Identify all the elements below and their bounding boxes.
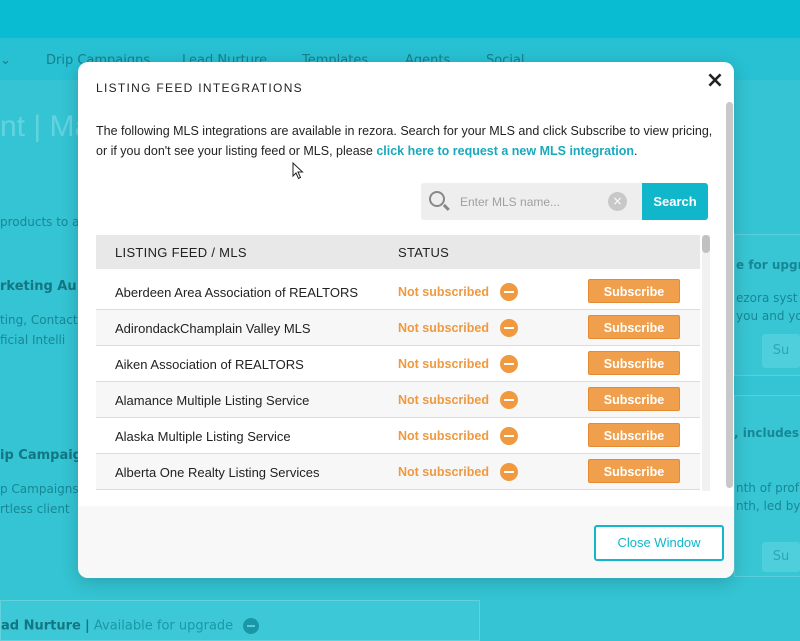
table-scrollbar[interactable] xyxy=(702,235,710,491)
clear-icon[interactable]: × xyxy=(608,192,627,211)
status-text: Not subscribed xyxy=(398,393,489,407)
header-status: STATUS xyxy=(398,245,450,260)
bg-lead-nurture-separator: | xyxy=(85,618,90,634)
modal-scrollbar[interactable] xyxy=(726,102,734,502)
bg-heading-marketing: rketing Au xyxy=(0,279,77,294)
bg-card-lead-nurture: ad Nurture | Available for upgrade xyxy=(0,600,480,641)
mls-name: Aberdeen Area Association of REALTORS xyxy=(115,285,359,300)
modal-intro-text: The following MLS integrations are avail… xyxy=(96,121,716,161)
close-window-button[interactable]: Close Window xyxy=(594,525,724,561)
mls-search-input[interactable] xyxy=(458,188,602,216)
bg-text-marketing-desc2: ficial Intelli xyxy=(0,333,66,347)
subscribe-button[interactable]: Subscribe xyxy=(588,279,680,303)
bg-text-right-5: nth of prof xyxy=(736,481,799,495)
bg-text-drip-desc2: rtless client xyxy=(0,502,70,516)
bg-text-right-6: nth, led by xyxy=(736,499,800,513)
search-icon xyxy=(429,191,445,207)
header-listing-feed: LISTING FEED / MLS xyxy=(115,245,247,260)
mouse-cursor-icon xyxy=(292,161,304,180)
status-text: Not subscribed xyxy=(398,321,489,335)
minus-circle-icon xyxy=(500,283,518,301)
bg-lead-nurture-availability: Available for upgrade xyxy=(93,618,234,634)
subscribe-button[interactable]: Subscribe xyxy=(588,387,680,411)
table-row: Alaska Multiple Listing Service Not subs… xyxy=(96,418,700,454)
bg-button-right-1[interactable]: Su xyxy=(762,334,800,368)
status-text: Not subscribed xyxy=(398,465,489,479)
table-header: LISTING FEED / MLS STATUS xyxy=(96,235,700,269)
bg-text-marketing-desc: ting, Contact xyxy=(0,313,78,327)
search-button[interactable]: Search xyxy=(642,183,708,220)
table-scrollbar-thumb[interactable] xyxy=(702,235,710,253)
mls-name: Alberta One Realty Listing Services xyxy=(115,465,320,480)
intro-end: . xyxy=(634,144,638,158)
bg-text-products: products to all xyxy=(0,215,87,229)
bg-heading-drip: ip Campaig xyxy=(0,448,82,463)
minus-circle-icon xyxy=(500,355,518,373)
mls-search: × Search xyxy=(421,183,708,220)
status-text: Not subscribed xyxy=(398,429,489,443)
search-box: × xyxy=(421,183,642,220)
mls-name: Alamance Multiple Listing Service xyxy=(115,393,310,408)
mls-name: Aiken Association of REALTORS xyxy=(115,357,304,372)
bg-text-drip-desc: p Campaigns xyxy=(0,482,79,496)
bg-button-right-2[interactable]: Su xyxy=(762,542,800,572)
mls-name: Alaska Multiple Listing Service xyxy=(115,429,291,444)
bg-lead-nurture-heading: ad Nurture xyxy=(1,618,81,634)
bg-text-right-1: e for upgr xyxy=(736,258,800,272)
mls-table: LISTING FEED / MLS STATUS Aberdeen Area … xyxy=(96,235,700,491)
minus-circle-icon xyxy=(500,391,518,409)
request-mls-link[interactable]: click here to request a new MLS integrat… xyxy=(376,144,634,158)
close-icon[interactable]: × xyxy=(705,70,725,92)
modal-scrollbar-thumb[interactable] xyxy=(726,102,733,488)
subscribe-button[interactable]: Subscribe xyxy=(588,351,680,375)
table-row: Aberdeen Area Association of REALTORS No… xyxy=(96,274,700,310)
bg-text-right-4: , includes xyxy=(734,426,800,440)
minus-circle-icon xyxy=(243,618,260,634)
bg-text-right-3: you and yo xyxy=(736,309,800,323)
listing-feed-modal: LISTING FEED INTEGRATIONS × The followin… xyxy=(78,62,734,578)
minus-circle-icon xyxy=(500,463,518,481)
minus-circle-icon xyxy=(500,427,518,445)
table-row: Alberta One Realty Listing Services Not … xyxy=(96,454,700,490)
subscribe-button[interactable]: Subscribe xyxy=(588,423,680,447)
app-top-bar xyxy=(0,0,800,38)
table-row: Alamance Multiple Listing Service Not su… xyxy=(96,382,700,418)
minus-circle-icon xyxy=(500,319,518,337)
status-text: Not subscribed xyxy=(398,285,489,299)
table-row: Aiken Association of REALTORS Not subscr… xyxy=(96,346,700,382)
subscribe-button[interactable]: Subscribe xyxy=(588,315,680,339)
subscribe-button[interactable]: Subscribe xyxy=(588,459,680,483)
status-text: Not subscribed xyxy=(398,357,489,371)
nav-item-prev[interactable]: ⌄ xyxy=(0,53,11,68)
table-row: AdirondackChamplain Valley MLS Not subsc… xyxy=(96,310,700,346)
modal-title: LISTING FEED INTEGRATIONS xyxy=(96,81,303,95)
mls-name: AdirondackChamplain Valley MLS xyxy=(115,321,311,336)
bg-text-right-2: ezora syst xyxy=(736,291,798,305)
